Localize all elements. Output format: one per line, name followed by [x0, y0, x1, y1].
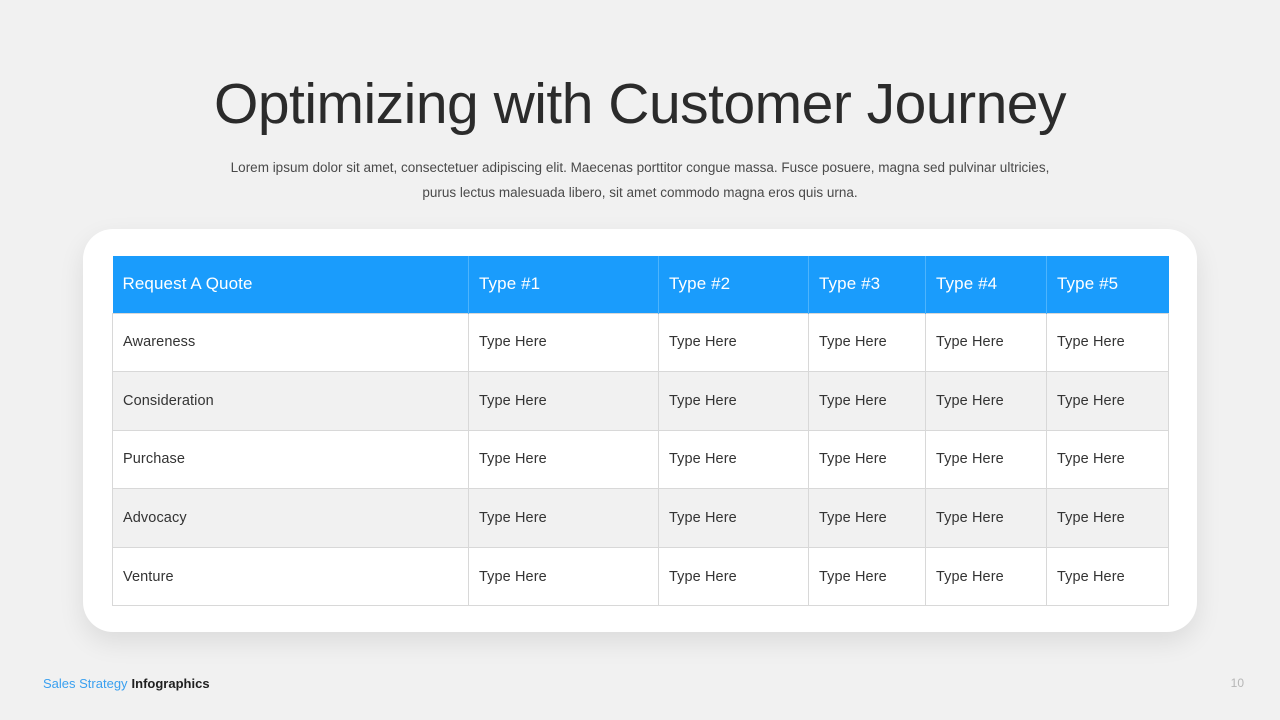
cell-venture-type-4[interactable]: Type Here	[925, 546, 1047, 607]
journey-table-container: Request A Quote Type #1 Type #2 Type #3 …	[112, 256, 1169, 607]
cell-purchase-type-4[interactable]: Type Here	[925, 429, 1047, 490]
cell-purchase-type-2[interactable]: Type Here	[658, 429, 809, 490]
row-label-awareness[interactable]: Awareness	[112, 312, 469, 373]
column-header-type-4[interactable]: Type #4	[925, 256, 1047, 313]
cell-awareness-type-2[interactable]: Type Here	[658, 312, 809, 373]
footer-section-label: Infographics	[131, 676, 210, 691]
table-row: Awareness Type Here Type Here Type Here …	[112, 312, 1169, 373]
table-header: Request A Quote Type #1 Type #2 Type #3 …	[112, 256, 1169, 313]
row-label-venture[interactable]: Venture	[112, 546, 469, 607]
cell-consideration-type-4[interactable]: Type Here	[925, 371, 1047, 431]
row-label-purchase[interactable]: Purchase	[112, 429, 469, 490]
cell-consideration-type-3[interactable]: Type Here	[808, 371, 926, 431]
cell-awareness-type-1[interactable]: Type Here	[468, 312, 659, 373]
footer-brand-label: Sales Strategy	[43, 676, 128, 691]
column-header-type-1[interactable]: Type #1	[468, 256, 659, 313]
table-row: Purchase Type Here Type Here Type Here T…	[112, 429, 1169, 490]
row-label-consideration[interactable]: Consideration	[112, 371, 469, 431]
column-header-type-5[interactable]: Type #5	[1046, 256, 1169, 313]
cell-consideration-type-1[interactable]: Type Here	[468, 371, 659, 431]
table-body: Awareness Type Here Type Here Type Here …	[112, 312, 1169, 607]
cell-advocacy-type-3[interactable]: Type Here	[808, 488, 926, 548]
customer-journey-table: Request A Quote Type #1 Type #2 Type #3 …	[112, 256, 1169, 607]
cell-venture-type-1[interactable]: Type Here	[468, 546, 659, 607]
row-label-advocacy[interactable]: Advocacy	[112, 488, 469, 548]
cell-advocacy-type-4[interactable]: Type Here	[925, 488, 1047, 548]
column-header-request-a-quote[interactable]: Request A Quote	[112, 256, 469, 313]
page-title: Optimizing with Customer Journey	[214, 72, 1066, 136]
cell-awareness-type-3[interactable]: Type Here	[808, 312, 926, 373]
cell-advocacy-type-2[interactable]: Type Here	[658, 488, 809, 548]
table-row: Consideration Type Here Type Here Type H…	[112, 371, 1169, 431]
footer: Sales Strategy Infographics	[43, 674, 210, 694]
cell-venture-type-3[interactable]: Type Here	[808, 546, 926, 607]
cell-purchase-type-5[interactable]: Type Here	[1046, 429, 1169, 490]
subtitle-text: Lorem ipsum dolor sit amet, consectetuer…	[230, 160, 1050, 200]
table-row: Advocacy Type Here Type Here Type Here T…	[112, 488, 1169, 548]
cell-advocacy-type-1[interactable]: Type Here	[468, 488, 659, 548]
column-header-type-2[interactable]: Type #2	[658, 256, 809, 313]
cell-venture-type-2[interactable]: Type Here	[658, 546, 809, 607]
slide-canvas: Optimizing with Customer Journey Lorem i…	[0, 0, 1280, 720]
cell-awareness-type-4[interactable]: Type Here	[925, 312, 1047, 373]
table-header-row: Request A Quote Type #1 Type #2 Type #3 …	[112, 256, 1169, 313]
page-number: 10	[1230, 676, 1244, 690]
cell-purchase-type-1[interactable]: Type Here	[468, 429, 659, 490]
cell-purchase-type-3[interactable]: Type Here	[808, 429, 926, 490]
cell-consideration-type-2[interactable]: Type Here	[658, 371, 809, 431]
cell-venture-type-5[interactable]: Type Here	[1046, 546, 1169, 607]
table-row: Venture Type Here Type Here Type Here Ty…	[112, 546, 1169, 607]
cell-consideration-type-5[interactable]: Type Here	[1046, 371, 1169, 431]
cell-advocacy-type-5[interactable]: Type Here	[1046, 488, 1169, 548]
column-header-type-3[interactable]: Type #3	[808, 256, 926, 313]
cell-awareness-type-5[interactable]: Type Here	[1046, 312, 1169, 373]
